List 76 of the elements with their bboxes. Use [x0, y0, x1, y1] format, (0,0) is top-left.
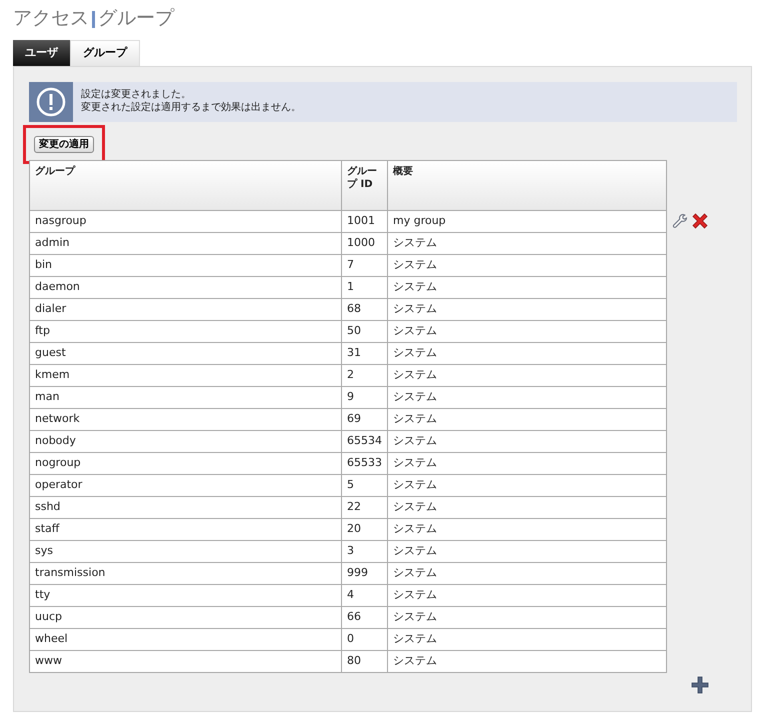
table-cell: システム: [388, 342, 666, 364]
table-cell: nogroup: [30, 452, 342, 474]
table-cell: kmem: [30, 364, 342, 386]
column-header: 概要: [388, 160, 666, 210]
table-cell: 5: [342, 474, 388, 496]
table-cell: www: [30, 650, 342, 672]
table-cell: システム: [388, 430, 666, 452]
table-cell: my group: [388, 210, 666, 232]
tab[interactable]: ユーザ: [13, 40, 70, 66]
table-cell: transmission: [30, 562, 342, 584]
table-cell: システム: [388, 540, 666, 562]
column-header: グループ ID: [342, 160, 388, 210]
table-cell: 1000: [342, 232, 388, 254]
table-cell: tty: [30, 584, 342, 606]
apply-button[interactable]: 変更の適用: [34, 136, 94, 152]
table-cell: 68: [342, 298, 388, 320]
wrench-icon[interactable]: [672, 213, 688, 229]
table-cell: ftp: [30, 320, 342, 342]
table-cell: 22: [342, 496, 388, 518]
table-cell: network: [30, 408, 342, 430]
page-title: グループ: [98, 6, 174, 31]
delete-icon[interactable]: [691, 212, 709, 230]
section-title: アクセス: [13, 6, 89, 31]
table-cell: システム: [388, 496, 666, 518]
table-cell: 999: [342, 562, 388, 584]
table-cell: 1001: [342, 210, 388, 232]
table-cell: システム: [388, 584, 666, 606]
table-cell: 4: [342, 584, 388, 606]
table-cell: 0: [342, 628, 388, 650]
table-cell: 1: [342, 276, 388, 298]
table-cell: システム: [388, 364, 666, 386]
table-cell: sys: [30, 540, 342, 562]
table-cell: 80: [342, 650, 388, 672]
table-cell: 69: [342, 408, 388, 430]
table-cell: 7: [342, 254, 388, 276]
table-cell: staff: [30, 518, 342, 540]
table-cell: システム: [388, 298, 666, 320]
table-cell: システム: [388, 628, 666, 650]
table-cell: nobody: [30, 430, 342, 452]
table-cell: システム: [388, 562, 666, 584]
table-cell: システム: [388, 276, 666, 298]
table-cell: man: [30, 386, 342, 408]
table-cell: uucp: [30, 606, 342, 628]
table-cell: システム: [388, 254, 666, 276]
column-header: グループ: [30, 160, 342, 210]
table-cell: 3: [342, 540, 388, 562]
table-cell: daemon: [30, 276, 342, 298]
alert-icon: [36, 87, 66, 117]
table-cell: bin: [30, 254, 342, 276]
table-cell: システム: [388, 474, 666, 496]
table-cell: 65534: [342, 430, 388, 452]
table-cell: nasgroup: [30, 210, 342, 232]
table-cell: 66: [342, 606, 388, 628]
table-cell: 31: [342, 342, 388, 364]
table-cell: dialer: [30, 298, 342, 320]
notice-message: 設定は変更されました。 変更された設定は適用するまで効果は出ません。: [80, 88, 301, 115]
table-cell: システム: [388, 408, 666, 430]
table-cell: システム: [388, 518, 666, 540]
tab[interactable]: グループ: [70, 40, 140, 66]
table-cell: operator: [30, 474, 342, 496]
table-cell: 9: [342, 386, 388, 408]
table-cell: admin: [30, 232, 342, 254]
table-cell: 20: [342, 518, 388, 540]
table-cell: システム: [388, 320, 666, 342]
add-icon[interactable]: [691, 676, 709, 694]
table-cell: 65533: [342, 452, 388, 474]
table-cell: wheel: [30, 628, 342, 650]
table-cell: システム: [388, 232, 666, 254]
table-cell: guest: [30, 342, 342, 364]
table-cell: システム: [388, 650, 666, 672]
table-cell: 50: [342, 320, 388, 342]
table-cell: 2: [342, 364, 388, 386]
table-cell: システム: [388, 606, 666, 628]
table-cell: sshd: [30, 496, 342, 518]
table-cell: システム: [388, 386, 666, 408]
table-cell: システム: [388, 452, 666, 474]
